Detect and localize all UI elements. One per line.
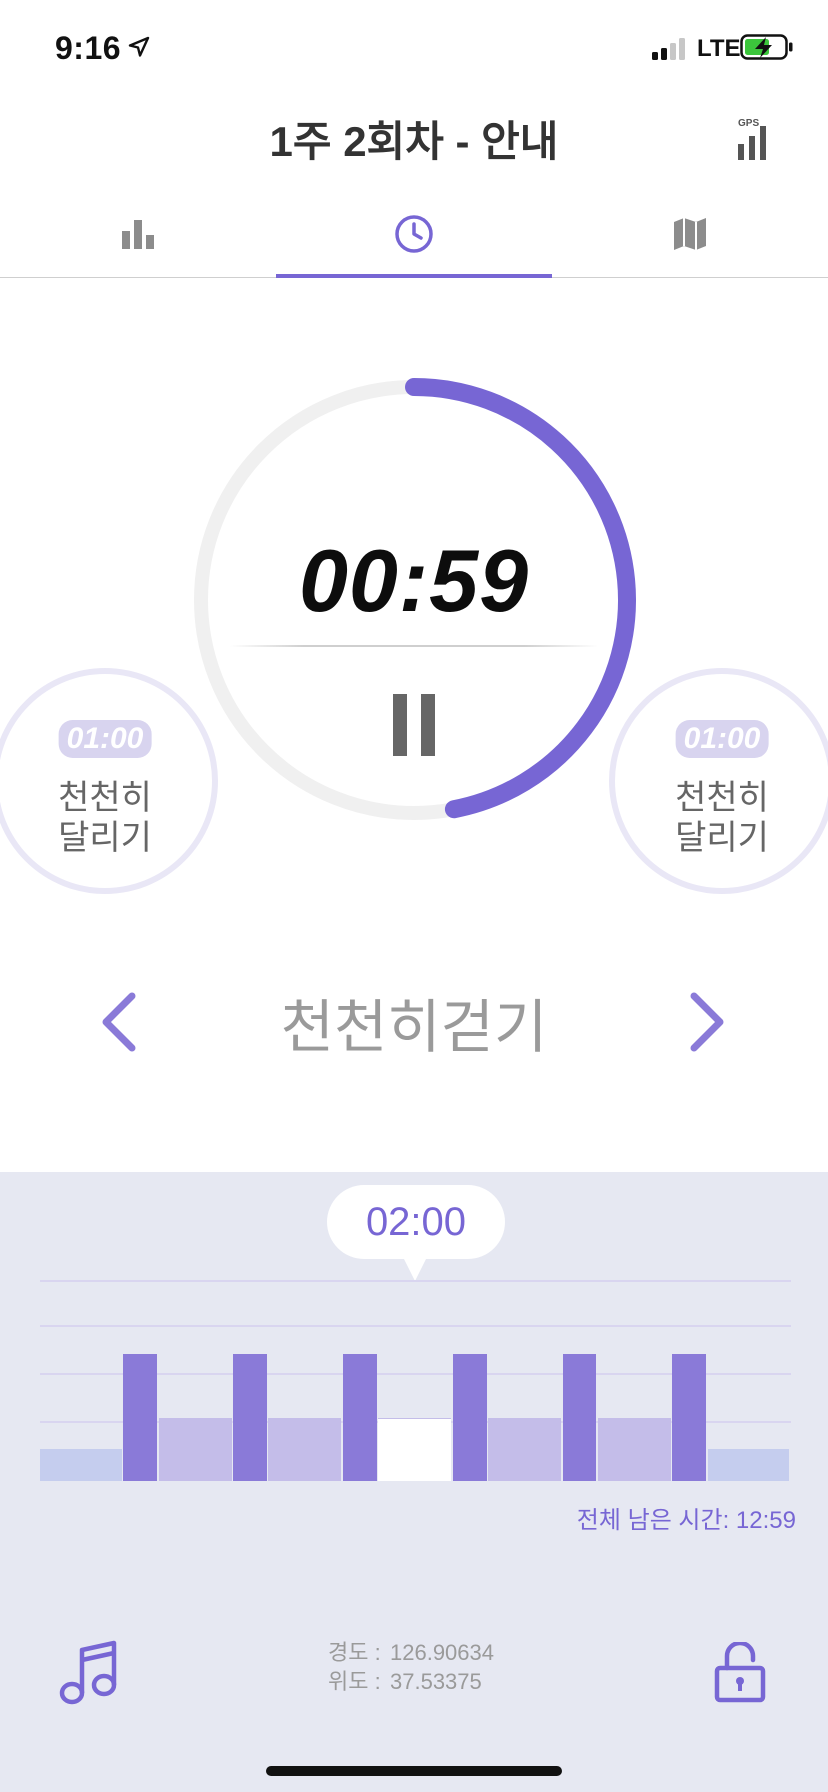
home-indicator [266,1766,562,1776]
chart-segment-bar [158,1417,232,1481]
lock-button[interactable] [713,1640,767,1704]
chart-segment-bar [123,1354,158,1481]
next-step-label: 천천히 달리기 [675,779,769,857]
chart-segment-bar [342,1354,377,1481]
location-arrow-icon [128,36,150,57]
chevron-left-icon [102,992,136,1052]
chart-segment-bar [233,1354,267,1481]
music-note-icon [59,1640,117,1705]
chart-segment-bar [488,1417,561,1481]
prev-step-time: 01:00 [58,720,152,758]
tab-bar [0,190,828,278]
chart-segment-bar [562,1354,597,1481]
pause-button[interactable] [385,688,443,758]
gps-signal-icon [738,126,766,160]
chart-segment-bar [40,1449,122,1481]
prev-step-label: 천천히 달리기 [58,779,152,857]
music-button[interactable] [58,1640,120,1706]
current-segment-bubble: 02:00 [327,1185,505,1259]
page-title: 1주 2회차 - 안내 [269,118,559,165]
next-step-button[interactable] [680,990,730,1054]
chart-segment-bar [672,1354,707,1481]
gps-coordinates: 경도 :126.90634 위도 :37.53375 [328,1638,494,1696]
map-icon [674,218,706,250]
current-step-name: 천천히걷기 [280,995,548,1060]
chevron-right-icon [690,992,724,1052]
status-time: 9:16 [55,30,122,66]
prev-step-button[interactable] [96,990,146,1054]
tab-stats[interactable] [0,190,276,278]
longitude-row: 경도 :126.90634 [328,1640,494,1665]
prev-step-circle: 01:00 천천히 달리기 [0,668,218,894]
latitude-row: 위도 :37.53375 [328,1669,482,1694]
clock-icon [395,215,433,253]
timer-divider [230,645,598,647]
battery-charging-icon [740,34,793,60]
network-type: LTE [697,35,741,62]
chart-gridline [40,1280,791,1282]
chart-segment-bar [597,1417,671,1481]
cellular-signal-icon [652,38,685,60]
bubble-tail [403,1257,427,1281]
chart-segment-bar [452,1354,487,1481]
remaining-time: 전체 남은 시간: 12:59 [576,1507,796,1534]
active-tab-indicator [276,274,552,278]
gps-indicator: GPS [736,118,776,162]
chart-segment-bar [707,1449,790,1481]
chart-segment-bar [268,1417,342,1481]
tab-map[interactable] [552,190,828,278]
chart-segment-bar [378,1417,452,1481]
next-step-circle: 01:00 천천히 달리기 [609,668,828,894]
timer-value: 00:59 [298,531,530,630]
tab-timer[interactable] [276,190,552,278]
next-step-time: 01:00 [675,720,769,758]
chart-gridline [40,1325,791,1327]
bar-chart-icon [122,220,154,249]
status-bar: 9:16 LTE [0,0,828,100]
unlocked-padlock-icon [714,1640,766,1703]
